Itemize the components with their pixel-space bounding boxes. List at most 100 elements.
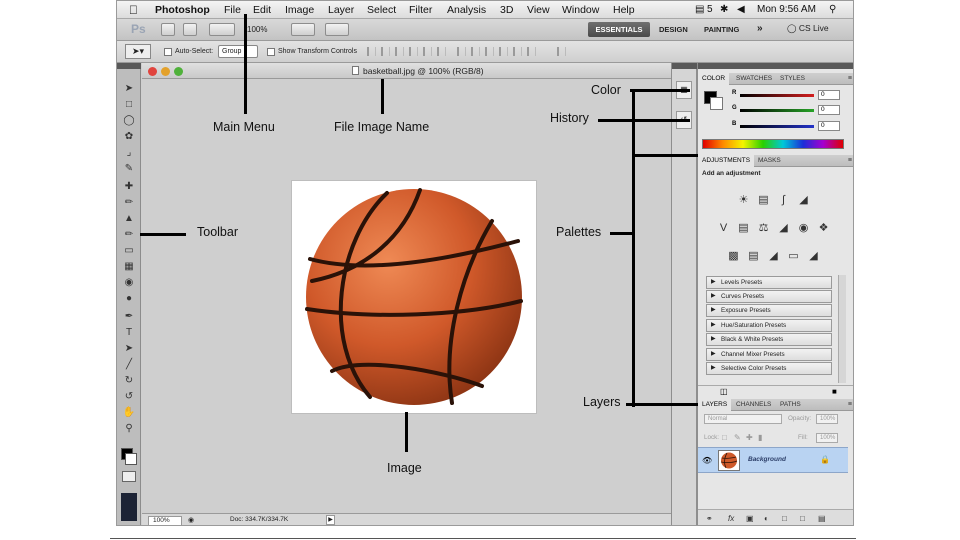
lock-all-icon[interactable]: ▮ — [758, 433, 762, 442]
zoom-level[interactable]: 100% — [247, 25, 267, 34]
green-value-field[interactable]: 0 — [818, 105, 840, 115]
adjustments-panel-menu-icon[interactable]: ≡ — [848, 157, 852, 164]
fill-field[interactable]: 100% — [816, 433, 838, 443]
adjustments-delete-icon[interactable]: ■ — [832, 387, 837, 396]
align-top-icon[interactable] — [367, 47, 376, 56]
view-extras-button[interactable] — [209, 23, 235, 36]
mini-bridge-button[interactable] — [183, 23, 197, 36]
preset-exposure[interactable]: ▶ Exposure Presets — [706, 304, 832, 317]
preset-hue-saturation[interactable]: ▶ Hue/Saturation Presets — [706, 319, 832, 332]
more-workspaces-button[interactable]: » — [757, 23, 763, 34]
dodge-tool-icon[interactable]: ● — [122, 293, 136, 305]
background-color-swatch[interactable] — [125, 453, 137, 465]
delete-layer-icon[interactable]: ▤ — [818, 514, 826, 523]
blur-tool-icon[interactable]: ◉ — [122, 277, 136, 289]
path-selection-tool-icon[interactable]: ➤ — [122, 343, 136, 355]
tab-channels[interactable]: CHANNELS — [732, 399, 775, 411]
panels-grip[interactable] — [698, 63, 853, 69]
preset-curves[interactable]: ▶ Curves Presets — [706, 290, 832, 303]
status-preview-icon[interactable]: ◉ — [188, 516, 194, 524]
pen-tool-icon[interactable]: ✒ — [122, 311, 136, 323]
hand-tool-icon[interactable]: ✋ — [122, 407, 136, 419]
tool-preset-picker[interactable]: ➤▾ — [125, 44, 151, 59]
clock[interactable]: Mon 9:56 AM — [757, 4, 816, 15]
green-slider[interactable] — [740, 109, 814, 112]
move-tool-icon[interactable]: ➤ — [122, 83, 136, 95]
image-canvas[interactable] — [292, 181, 536, 413]
zoom-window-button[interactable] — [174, 67, 183, 76]
levels-icon[interactable]: ▤ — [756, 193, 771, 207]
menu-window[interactable]: Window — [562, 4, 599, 16]
tools-panel-grip[interactable] — [117, 63, 141, 69]
workspace-essentials[interactable]: ESSENTIALS — [588, 22, 650, 37]
dock-grip[interactable] — [672, 63, 698, 69]
layer-name[interactable]: Background — [748, 456, 786, 463]
hue-saturation-icon[interactable]: ▤ — [736, 221, 751, 235]
layer-row-background[interactable]: 👁 Background 🔒 — [698, 447, 848, 473]
align-right-icon[interactable] — [437, 47, 446, 56]
menu-help[interactable]: Help — [613, 4, 635, 16]
align-left-icon[interactable] — [409, 47, 418, 56]
workspace-painting[interactable]: PAINTING — [704, 25, 739, 34]
arrange-documents-button[interactable] — [291, 23, 315, 36]
layer-style-icon[interactable]: fx — [728, 514, 734, 523]
workspace-design[interactable]: DESIGN — [659, 25, 688, 34]
new-group-icon[interactable]: □ — [782, 514, 787, 523]
transform-controls-checkbox[interactable] — [267, 48, 275, 56]
align-horizontal-center-icon[interactable] — [423, 47, 432, 56]
layers-panel-menu-icon[interactable]: ≡ — [848, 401, 852, 408]
volume-icon[interactable]: ◀ — [737, 4, 745, 15]
tab-swatches[interactable]: SWATCHES — [732, 73, 776, 85]
history-brush-tool-icon[interactable]: ✏ — [122, 229, 136, 241]
tab-paths[interactable]: PATHS — [776, 399, 805, 411]
posterize-icon[interactable]: ▤ — [746, 249, 761, 263]
gradient-tool-icon[interactable]: ▦ — [122, 261, 136, 273]
status-zoom-field[interactable]: 100% — [148, 516, 182, 525]
type-tool-icon[interactable]: T — [122, 327, 136, 339]
menu-select[interactable]: Select — [367, 4, 396, 16]
blue-slider[interactable] — [740, 125, 814, 128]
menu-photoshop[interactable]: Photoshop — [155, 4, 210, 16]
status-menu-arrow[interactable]: ▶ — [326, 515, 335, 525]
lock-transparency-icon[interactable]: □ — [722, 433, 727, 442]
distribute-top-icon[interactable] — [457, 47, 466, 56]
cs-live-button[interactable]: ◯ CS Live — [787, 23, 829, 34]
eraser-tool-icon[interactable]: ▭ — [122, 245, 136, 257]
bridge-button[interactable] — [161, 23, 175, 36]
new-layer-icon[interactable]: □ — [800, 514, 805, 523]
quick-selection-tool-icon[interactable]: ✿ — [122, 131, 136, 143]
layer-mask-icon[interactable]: ▣ — [746, 514, 754, 523]
brightness-contrast-icon[interactable]: ☀ — [736, 193, 751, 207]
line-tool-icon[interactable]: ╱ — [122, 359, 136, 371]
channel-mixer-icon[interactable]: ❖ — [816, 221, 831, 235]
spotlight-search-icon[interactable]: ⚲ — [829, 4, 836, 15]
lasso-tool-icon[interactable]: ◯ — [122, 115, 136, 127]
3d-orbit-tool-icon[interactable]: ↺ — [122, 391, 136, 403]
tab-masks[interactable]: MASKS — [754, 155, 785, 167]
new-adjustment-layer-icon[interactable]: ◐ — [764, 514, 769, 523]
color-spectrum-bar[interactable] — [702, 139, 844, 149]
color-background-chip[interactable] — [710, 97, 723, 110]
preset-levels[interactable]: ▶ Levels Presets — [706, 276, 832, 289]
lock-position-icon[interactable]: ✚ — [746, 433, 753, 442]
preset-channel-mixer[interactable]: ▶ Channel Mixer Presets — [706, 348, 832, 361]
tab-styles[interactable]: STYLES — [776, 73, 809, 85]
menu-analysis[interactable]: Analysis — [447, 4, 486, 16]
brush-tool-icon[interactable]: ✏ — [122, 197, 136, 209]
screen-mode-toggle[interactable] — [121, 493, 137, 521]
clip-to-layer-icon[interactable]: ◫ — [720, 387, 728, 396]
color-balance-icon[interactable]: ⚖ — [756, 221, 771, 235]
curves-icon[interactable]: ∫ — [776, 193, 791, 207]
clone-stamp-tool-icon[interactable]: ▲ — [122, 213, 136, 225]
marquee-tool-icon[interactable]: □ — [122, 99, 136, 111]
close-window-button[interactable] — [148, 67, 157, 76]
exposure-icon[interactable]: ◢ — [796, 193, 811, 207]
preset-black-white[interactable]: ▶ Black & White Presets — [706, 333, 832, 346]
layer-visibility-eye-icon[interactable]: 👁 — [702, 456, 712, 465]
apple-icon[interactable]:  — [129, 3, 138, 17]
screen-mode-button[interactable] — [325, 23, 349, 36]
menu-view[interactable]: View — [527, 4, 550, 16]
crop-tool-icon[interactable]: ⌟ — [122, 147, 136, 159]
threshold-icon[interactable]: ◢ — [766, 249, 781, 263]
zoom-tool-icon[interactable]: ⚲ — [122, 423, 136, 435]
